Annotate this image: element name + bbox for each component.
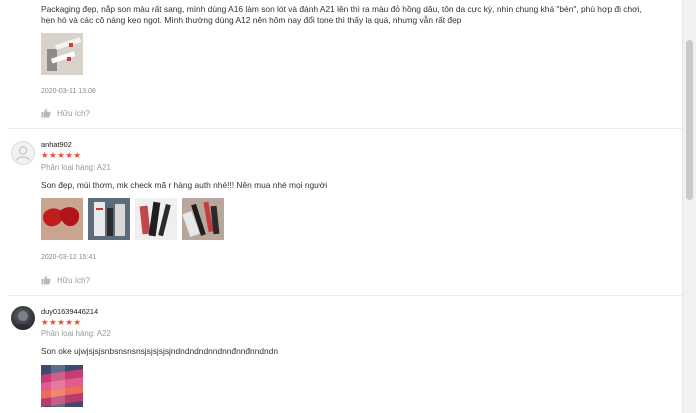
- star-rating: ★★★★★: [41, 150, 82, 160]
- review-media: [41, 365, 83, 407]
- product-variant: Phân loại hàng: A21: [41, 163, 111, 172]
- review-divider: [8, 128, 682, 129]
- thumbs-up-icon: [41, 108, 51, 118]
- review-text: Son đẹp, mùi thơm, mk check mã r hàng au…: [41, 180, 328, 190]
- star-rating: ★★★★★: [41, 317, 82, 327]
- product-variant: Phân loại hàng: A22: [41, 329, 111, 338]
- review-image-thumbnail[interactable]: [182, 198, 224, 240]
- review-image-thumbnail[interactable]: [41, 198, 83, 240]
- review-media: [41, 33, 83, 75]
- review-list: Packaging đẹp, nắp son màu rất sang, mìn…: [0, 0, 682, 413]
- scrollbar[interactable]: [682, 0, 696, 413]
- avatar[interactable]: [11, 141, 35, 165]
- helpful-button[interactable]: Hữu ích?: [41, 275, 90, 285]
- scrollbar-thumb[interactable]: [686, 40, 693, 200]
- review-date: 2020-03-12 15:41: [41, 254, 97, 261]
- review-image-thumbnail[interactable]: [41, 33, 83, 75]
- helpful-button[interactable]: Hữu ích?: [41, 108, 90, 118]
- review-image-thumbnail[interactable]: [41, 365, 83, 407]
- reviewer-username[interactable]: duy01639446214: [41, 307, 98, 316]
- helpful-label: Hữu ích?: [57, 275, 90, 285]
- review-text: Packaging đẹp, nắp son màu rất sang, mìn…: [41, 4, 642, 25]
- reviewer-username[interactable]: anhat902: [41, 140, 72, 149]
- avatar[interactable]: [11, 306, 35, 330]
- review-image-thumbnail[interactable]: [135, 198, 177, 240]
- review-date: 2020-03-11 13:08: [41, 88, 96, 95]
- thumbs-up-icon: [41, 275, 51, 285]
- helpful-label: Hữu ích?: [57, 108, 90, 118]
- user-icon: [15, 146, 31, 161]
- review-divider: [8, 295, 682, 296]
- review-media: [41, 198, 224, 240]
- review-image-thumbnail[interactable]: [88, 198, 130, 240]
- review-text: Son oke ujwjsjsjsnbsnsnsnsjsjsjsjsjndndn…: [41, 346, 278, 356]
